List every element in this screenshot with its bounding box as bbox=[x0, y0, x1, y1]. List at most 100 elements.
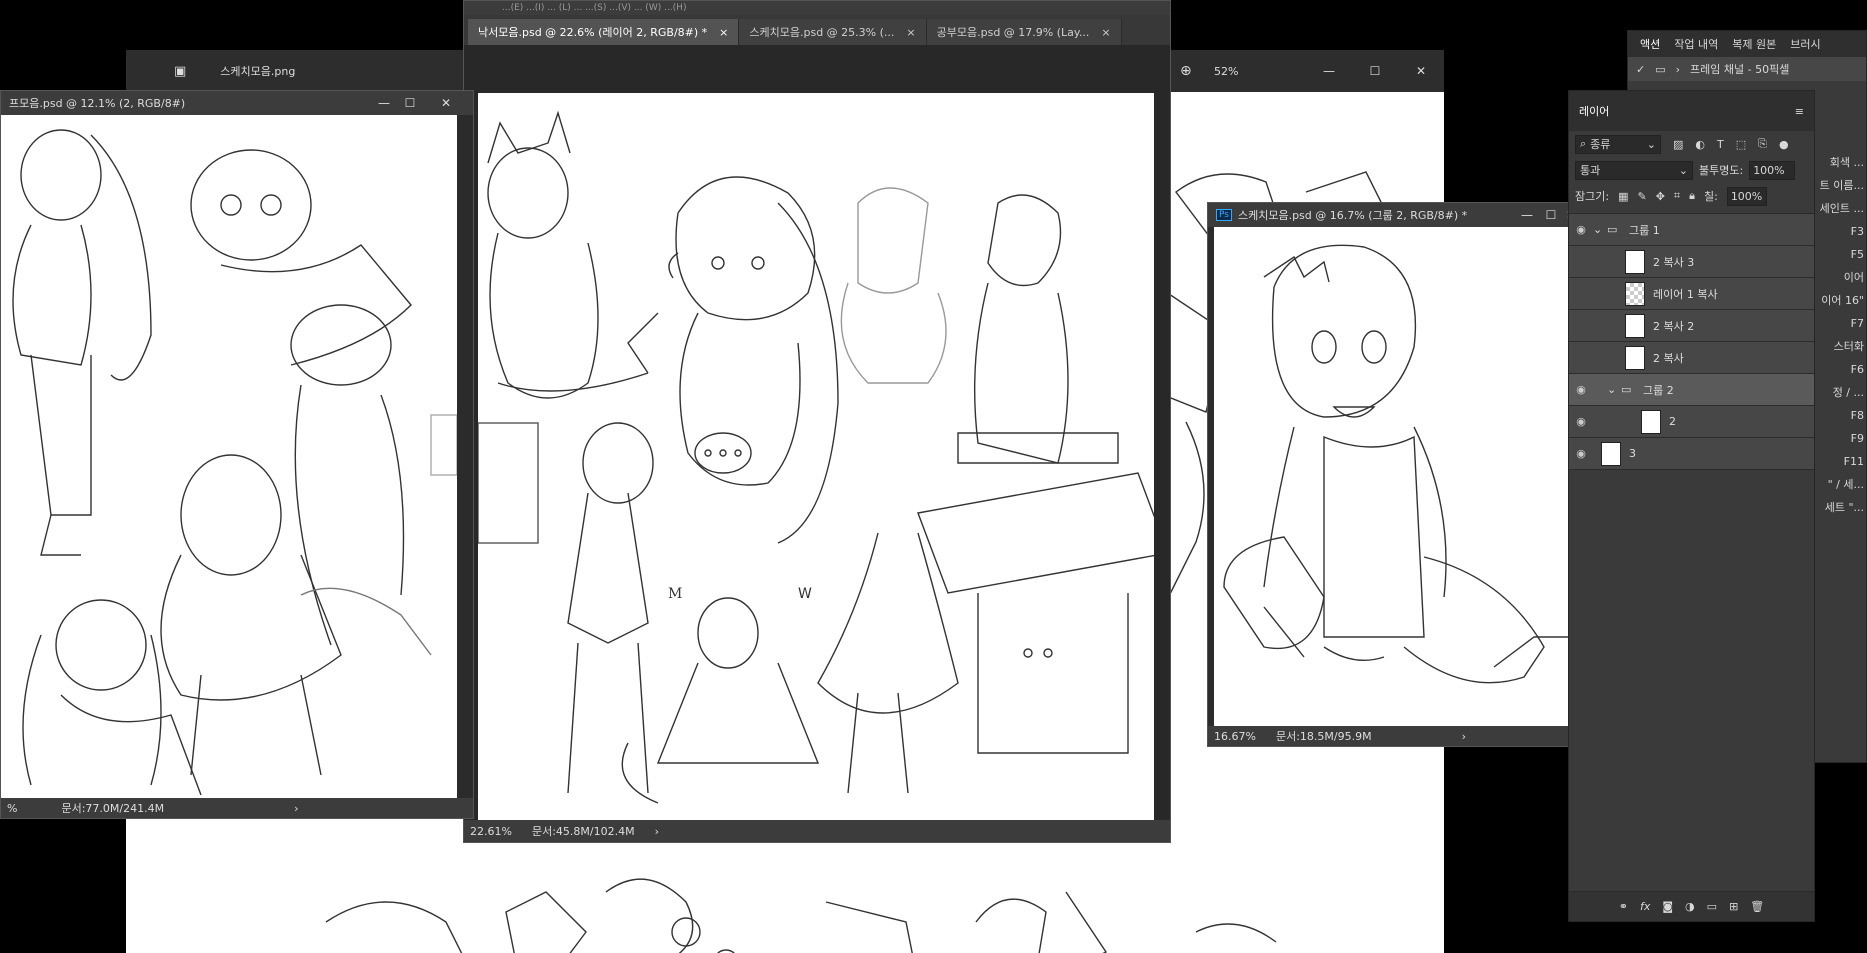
actions-side-list: 회색 ... 트 이름... 세인트 ... F3 F5 이어 이어 16" F… bbox=[1816, 151, 1867, 519]
action-item[interactable]: " / 세... bbox=[1816, 473, 1864, 496]
layers-panel-title[interactable]: 레이어 bbox=[1579, 103, 1609, 119]
filter-smart-icon[interactable]: ⎘ bbox=[1758, 137, 1767, 151]
tab-doc-3[interactable]: 공부모음.psd @ 17.9% (Lay... × bbox=[926, 19, 1122, 45]
action-item[interactable]: 정 / ... bbox=[1816, 381, 1864, 404]
tab-close-icon[interactable]: × bbox=[906, 26, 915, 39]
left-status-arrow[interactable]: › bbox=[294, 802, 298, 815]
folder-icon[interactable]: ▭ bbox=[1707, 900, 1717, 913]
lock-move-icon[interactable]: ✥ bbox=[1656, 190, 1665, 203]
right-status-arrow[interactable]: › bbox=[1462, 730, 1466, 743]
action-item[interactable]: F11 bbox=[1816, 450, 1864, 473]
mask-icon[interactable]: ◙ bbox=[1662, 900, 1673, 913]
action-item[interactable]: F3 bbox=[1816, 220, 1864, 243]
layer-row[interactable]: ◉ ⌄ ▭ 그룹 2 bbox=[1569, 374, 1814, 406]
minimize-icon[interactable]: — bbox=[1514, 208, 1540, 222]
layer-row[interactable]: ◉ 3 bbox=[1569, 438, 1814, 470]
maximize-icon[interactable]: ☐ bbox=[1362, 64, 1388, 78]
layer-name: 3 bbox=[1629, 447, 1636, 460]
layer-row[interactable]: 2 복사 bbox=[1569, 342, 1814, 374]
tab-close-icon[interactable]: × bbox=[1101, 26, 1110, 39]
center-status-arrow[interactable]: › bbox=[655, 825, 659, 838]
right-canvas[interactable] bbox=[1214, 227, 1571, 727]
lock-brush-icon[interactable]: ✎ bbox=[1637, 190, 1646, 203]
filter-toggle-icon[interactable]: ● bbox=[1779, 138, 1789, 151]
center-status-zoom[interactable]: 22.61% bbox=[470, 825, 512, 838]
action-item[interactable]: 스터화 bbox=[1816, 335, 1864, 358]
tab-brushes[interactable]: 브러시 bbox=[1790, 36, 1820, 52]
action-item[interactable]: F7 bbox=[1816, 312, 1864, 335]
link-icon[interactable]: ⚭ bbox=[1619, 900, 1628, 913]
check-icon[interactable]: ✓ bbox=[1636, 63, 1645, 76]
layer-row[interactable]: ◉ 2 bbox=[1569, 406, 1814, 438]
layer-row[interactable]: 2 복사 2 bbox=[1569, 310, 1814, 342]
layer-row[interactable]: ◉ ⌄ ▭ 그룹 1 bbox=[1569, 214, 1814, 246]
tab-doc-1-label: 낙서모음.psd @ 22.6% (레이어 2, RGB/8#) * bbox=[478, 26, 708, 39]
filter-type-icon[interactable]: T bbox=[1717, 138, 1724, 151]
center-window-menubar[interactable]: ...(E) ...(I) ... (L) ... ...(S) ...(V) … bbox=[464, 1, 1170, 15]
dialog-icon[interactable]: ▭ bbox=[1655, 63, 1665, 76]
opacity-field[interactable]: 100% bbox=[1749, 160, 1796, 180]
action-item[interactable]: F9 bbox=[1816, 427, 1864, 450]
fx-icon[interactable]: fx bbox=[1640, 900, 1650, 913]
center-canvas[interactable]: M W bbox=[478, 93, 1154, 823]
zoom-icon[interactable]: ⊕ bbox=[1180, 63, 1192, 79]
lock-transparent-icon[interactable]: ▦ bbox=[1618, 190, 1628, 203]
filter-pixel-icon[interactable]: ▨ bbox=[1673, 138, 1683, 151]
panel-menu-icon[interactable]: ≡ bbox=[1795, 105, 1804, 118]
tab-doc-1[interactable]: 낙서모음.psd @ 22.6% (레이어 2, RGB/8#) * × bbox=[468, 19, 740, 45]
chevron-down-icon: ⌄ bbox=[1646, 137, 1656, 151]
eye-icon[interactable]: ◉ bbox=[1569, 383, 1593, 396]
chevron-right-icon[interactable]: › bbox=[1676, 63, 1680, 76]
adjustment-icon[interactable]: ◑ bbox=[1685, 900, 1695, 913]
layer-thumbnail bbox=[1601, 441, 1621, 466]
filter-shape-icon[interactable]: ⬚ bbox=[1736, 138, 1746, 151]
action-item[interactable]: F5 bbox=[1816, 243, 1864, 266]
right-window-titlebar[interactable]: Ps 스케치모음.psd @ 16.7% (그룹 2, RGB/8#) * — … bbox=[1208, 203, 1571, 227]
fill-field[interactable]: 100% bbox=[1726, 186, 1767, 206]
center-canvas-area: M W bbox=[464, 45, 1170, 823]
eye-icon[interactable]: ◉ bbox=[1569, 223, 1593, 236]
left-canvas[interactable] bbox=[1, 115, 457, 799]
left-status-doc: 문서:77.0M/241.4M bbox=[61, 802, 165, 815]
tab-doc-2[interactable]: 스케치모음.psd @ 25.3% (... × bbox=[739, 19, 927, 45]
blend-mode-select[interactable]: 통과 ⌄ bbox=[1575, 160, 1693, 180]
close-icon[interactable]: ✕ bbox=[1408, 64, 1434, 78]
maximize-icon[interactable]: ☐ bbox=[397, 96, 423, 110]
action-item[interactable]: 이어 bbox=[1816, 266, 1864, 289]
action-item[interactable]: 세트 "... bbox=[1816, 496, 1864, 519]
action-item[interactable]: 트 이름... bbox=[1816, 174, 1864, 197]
action-item[interactable]: F8 bbox=[1816, 404, 1864, 427]
trash-icon[interactable]: 🗑︎ bbox=[1750, 900, 1764, 913]
tab-close-icon[interactable]: × bbox=[719, 26, 728, 39]
tab-history[interactable]: 작업 내역 bbox=[1674, 36, 1718, 52]
minimize-icon[interactable]: — bbox=[371, 96, 397, 110]
expand-chevron-icon[interactable]: ⌄ bbox=[1607, 383, 1621, 396]
left-window-titlebar[interactable]: 프모음.psd @ 12.1% (2, RGB/8#) — ☐ ✕ bbox=[1, 91, 473, 115]
layer-row[interactable]: 2 복사 3 bbox=[1569, 246, 1814, 278]
right-status-zoom[interactable]: 16.67% bbox=[1214, 730, 1256, 743]
folder-icon: ▭ bbox=[1607, 223, 1618, 236]
svg-text:W: W bbox=[798, 586, 812, 602]
close-icon[interactable]: ✕ bbox=[433, 96, 459, 110]
action-item[interactable]: 세인트 ... bbox=[1816, 197, 1864, 220]
blend-mode-label: 통과 bbox=[1580, 164, 1601, 177]
actions-first-item[interactable]: ✓ ▭ › 프레임 채널 - 50픽셀 bbox=[1628, 57, 1866, 81]
new-layer-icon[interactable]: ⊞ bbox=[1729, 900, 1738, 913]
lock-all-icon[interactable]: 🔒︎ bbox=[1689, 189, 1695, 203]
action-item[interactable]: 회색 ... bbox=[1816, 151, 1864, 174]
action-item[interactable]: 이어 16" bbox=[1816, 289, 1864, 312]
filter-kind-select[interactable]: ⌕ 종류 ⌄ bbox=[1575, 134, 1661, 154]
tab-clone-source[interactable]: 복제 원본 bbox=[1732, 36, 1776, 52]
layer-name: 2 복사 3 bbox=[1653, 255, 1695, 269]
minimize-icon[interactable]: — bbox=[1316, 64, 1342, 78]
expand-chevron-icon[interactable]: ⌄ bbox=[1593, 223, 1607, 236]
eye-icon[interactable]: ◉ bbox=[1569, 415, 1593, 428]
lock-artboard-icon[interactable]: ⌗ bbox=[1674, 189, 1680, 203]
left-status-zoom[interactable]: % bbox=[7, 802, 17, 815]
layer-row[interactable]: 레이어 1 복사 bbox=[1569, 278, 1814, 310]
layer-thumbnail bbox=[1625, 281, 1645, 306]
tab-actions[interactable]: 액션 bbox=[1640, 36, 1660, 52]
eye-icon[interactable]: ◉ bbox=[1569, 447, 1593, 460]
action-item[interactable]: F6 bbox=[1816, 358, 1864, 381]
filter-adjust-icon[interactable]: ◐ bbox=[1695, 138, 1705, 151]
